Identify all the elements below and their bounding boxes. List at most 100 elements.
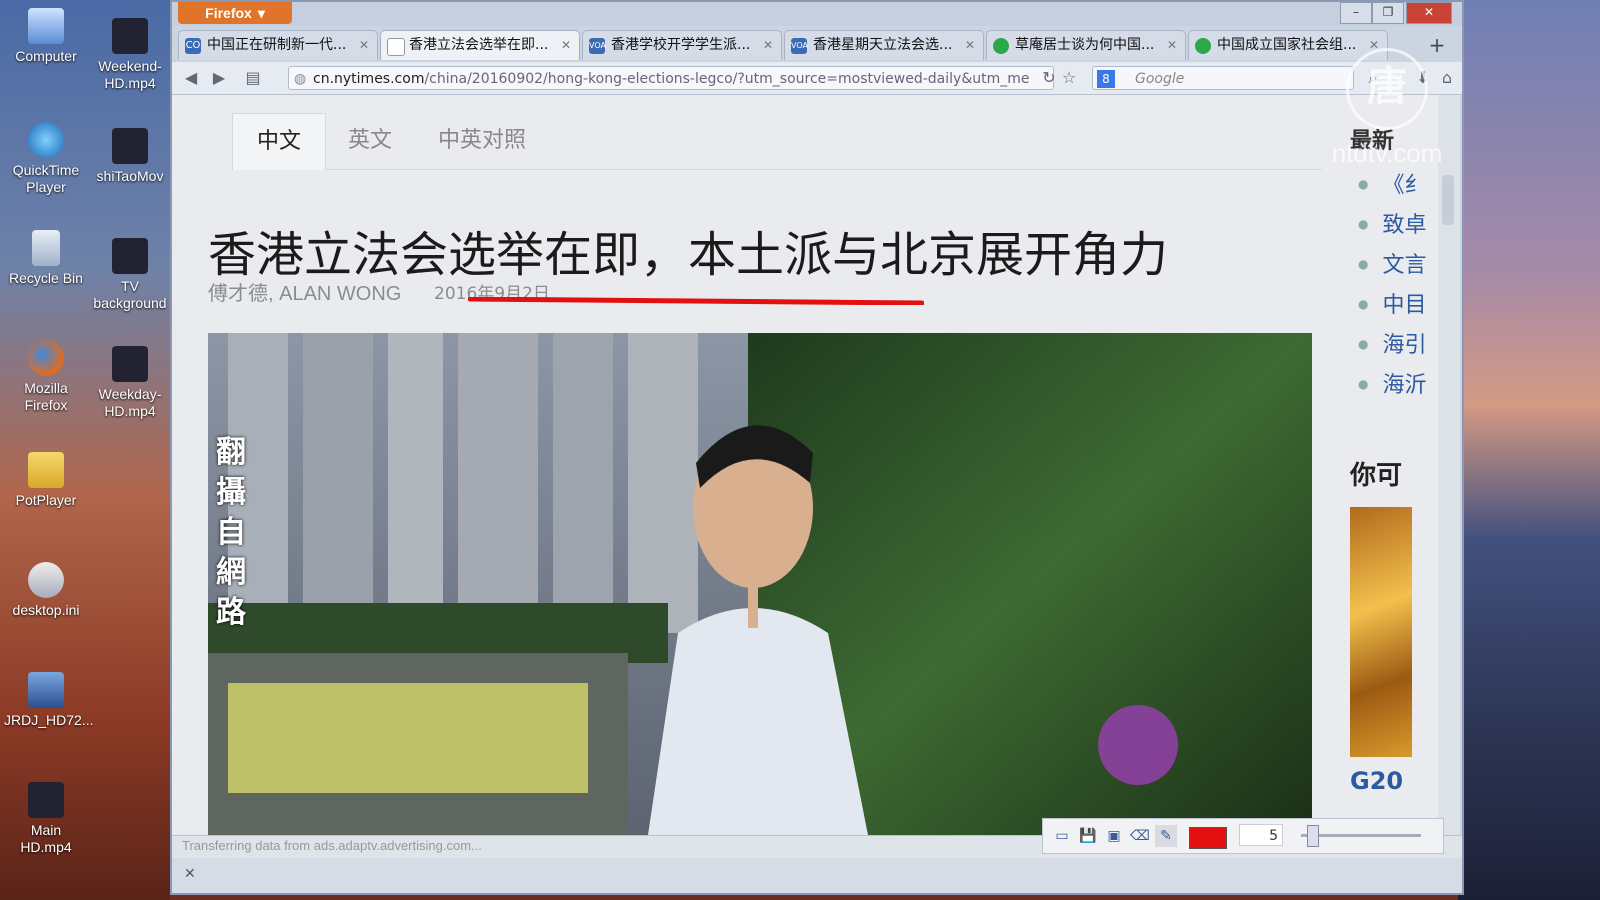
tab-label: 中国正在研制新一代...: [207, 37, 347, 53]
back-arrow-icon[interactable]: ◀: [180, 67, 202, 89]
reload-icon[interactable]: ↻: [1038, 67, 1060, 89]
close-tab-icon[interactable]: ✕: [1167, 31, 1177, 59]
desktop-icon-label: desktop.ini: [12, 602, 80, 618]
desktop-icon-video[interactable]: TV background: [88, 238, 172, 312]
right-sidebar: 最新 ● 《纟 ● 致卓 ● 文言 ● 中目 ● 海引 ● 海沂 你可 G20: [1348, 95, 1438, 835]
article-byline[interactable]: 傅才德, ALAN WONG: [208, 277, 401, 306]
new-page-icon[interactable]: ▭: [1051, 825, 1073, 847]
favicon-icon: [387, 38, 405, 56]
desktop-icon-desktop-ini[interactable]: desktop.ini: [4, 562, 88, 619]
pen-icon[interactable]: ✎: [1155, 825, 1177, 847]
url-bar[interactable]: ◍ cn.nytimes.com/china/20160902/hong-kon…: [288, 66, 1054, 90]
browser-tab[interactable]: CO 中国正在研制新一代... ✕: [178, 30, 378, 60]
favicon-icon: [1195, 38, 1211, 54]
scrollbar-thumb[interactable]: [1442, 175, 1454, 225]
desktop-icon-label: Weekday-HD.mp4: [98, 386, 162, 419]
settings-file-icon: [28, 562, 64, 598]
color-swatch[interactable]: [1189, 827, 1227, 849]
desktop-icon-video[interactable]: JRDJ_HD72...: [4, 672, 93, 729]
desktop-icon-video[interactable]: Weekend-HD.mp4: [88, 18, 172, 92]
recycle-bin-icon: [32, 230, 60, 266]
sidebar-link[interactable]: ● 海引: [1358, 327, 1427, 359]
ntdtv-logo: 唐: [1346, 48, 1428, 130]
sidebar-link[interactable]: ● 致卓: [1358, 207, 1427, 239]
desktop-icon-label: JRDJ_HD72...: [4, 712, 94, 728]
close-window-button[interactable]: ✕: [1406, 2, 1452, 24]
bullet-icon: ●: [1358, 217, 1369, 231]
desktop-icon-quicktime[interactable]: QuickTime Player: [4, 122, 88, 196]
vertical-scrollbar[interactable]: [1438, 95, 1460, 835]
title-bar: Firefox ▾ – ❐ ✕: [172, 2, 1462, 26]
video-file-icon: [112, 238, 148, 274]
bookmarks-icon[interactable]: ▤: [242, 67, 264, 89]
screen-capture-icon[interactable]: ▣: [1103, 825, 1125, 847]
desktop-icon-firefox[interactable]: Mozilla Firefox: [4, 340, 88, 414]
desktop-icon-label: PotPlayer: [15, 492, 77, 508]
bullet-icon: ●: [1358, 177, 1369, 191]
firefox-icon: [28, 340, 64, 376]
close-tab-icon[interactable]: ✕: [965, 31, 975, 59]
url-domain: cn.nytimes.com: [313, 71, 425, 87]
browser-tab-active[interactable]: 香港立法会选举在即... ✕: [380, 30, 580, 60]
tab-label: 香港立法会选举在即...: [409, 37, 549, 53]
status-text: Transferring data from ads.adaptv.advert…: [182, 838, 482, 853]
quicktime-icon: [28, 122, 64, 158]
desktop-icon-label: Recycle Bin: [9, 270, 83, 286]
sidebar-g20-link[interactable]: G20: [1350, 767, 1403, 795]
desktop-icon-video[interactable]: Weekday-HD.mp4: [88, 346, 172, 420]
desktop-icon-video[interactable]: Main HD.mp4: [4, 782, 88, 856]
favicon-icon: VOA: [589, 38, 606, 54]
close-tab-icon[interactable]: ✕: [359, 31, 369, 59]
red-annotation-underline: [468, 297, 924, 305]
close-tab-icon[interactable]: ✕: [561, 31, 571, 59]
eraser-icon[interactable]: ⌫: [1129, 825, 1151, 847]
forward-arrow-icon[interactable]: ▶: [208, 67, 230, 89]
tab-bilingual[interactable]: 中英对照: [414, 113, 550, 169]
sidebar-link[interactable]: ● 海沂: [1358, 367, 1427, 399]
sidebar-link-label: 文言: [1382, 253, 1427, 278]
tab-english[interactable]: 英文: [324, 113, 416, 169]
browser-tab[interactable]: VOA 香港星期天立法会选... ✕: [784, 30, 984, 60]
save-icon[interactable]: 💾: [1077, 825, 1099, 847]
video-file-icon: [112, 18, 148, 54]
chevron-down-icon: ▾: [257, 4, 265, 21]
sidebar-link[interactable]: ● 文言: [1358, 247, 1427, 279]
sidebar-link[interactable]: ● 《纟: [1358, 167, 1427, 199]
desktop-icon-label: Weekend-HD.mp4: [98, 58, 162, 91]
close-find-bar-icon[interactable]: ✕: [184, 866, 196, 882]
opacity-slider-track[interactable]: [1301, 834, 1421, 837]
gold-ad-image[interactable]: [1350, 507, 1412, 757]
bullet-icon: ●: [1358, 297, 1369, 311]
desktop-icon-label: TV background: [93, 278, 167, 311]
desktop-icon-recycle-bin[interactable]: Recycle Bin: [4, 230, 88, 287]
ntdtv-watermark-text: ntdtv.com: [1331, 138, 1443, 168]
sidebar-link[interactable]: ● 中目: [1358, 287, 1427, 319]
url-path: /china/20160902/hong-kong-elections-legc…: [424, 71, 1030, 87]
desktop-icon-label: Computer: [15, 48, 77, 64]
desktop-icon-computer[interactable]: Computer: [4, 8, 88, 65]
desktop-icon-video[interactable]: shiTaoMov: [88, 128, 172, 185]
bookmark-star-icon[interactable]: ☆: [1058, 67, 1080, 89]
close-tab-icon[interactable]: ✕: [763, 31, 773, 59]
article-photo: 翻攝自網路: [208, 333, 1312, 835]
pen-size-stepper[interactable]: 5: [1239, 824, 1283, 846]
photo-caption-vertical: 翻攝自網路: [216, 435, 246, 630]
browser-tab[interactable]: 草庵居士谈为何中国... ✕: [986, 30, 1186, 60]
opacity-slider-thumb[interactable]: [1307, 825, 1319, 847]
article-headline: 香港立法会选举在即，本土派与北京展开角力: [208, 227, 1169, 283]
tab-chinese[interactable]: 中文: [232, 113, 327, 170]
desktop-background-right: [1458, 0, 1600, 900]
firefox-menu-button[interactable]: Firefox ▾: [178, 2, 292, 24]
video-file-icon: [28, 782, 64, 818]
computer-icon: [28, 8, 64, 44]
maximize-button[interactable]: ❐: [1372, 2, 1404, 24]
find-bar: ✕: [172, 858, 1462, 893]
desktop-icon-potplayer[interactable]: PotPlayer: [4, 452, 88, 509]
tab-strip: CO 中国正在研制新一代... ✕ 香港立法会选举在即... ✕ VOA 香港学…: [178, 30, 1456, 60]
sidebar-link-label: 中目: [1382, 293, 1427, 318]
minimize-button[interactable]: –: [1340, 2, 1372, 24]
sidebar-link-label: 《纟: [1382, 173, 1427, 198]
google-search-icon: 8: [1097, 70, 1115, 88]
video-file-icon: [112, 128, 148, 164]
browser-tab[interactable]: VOA 香港学校开学学生派... ✕: [582, 30, 782, 60]
